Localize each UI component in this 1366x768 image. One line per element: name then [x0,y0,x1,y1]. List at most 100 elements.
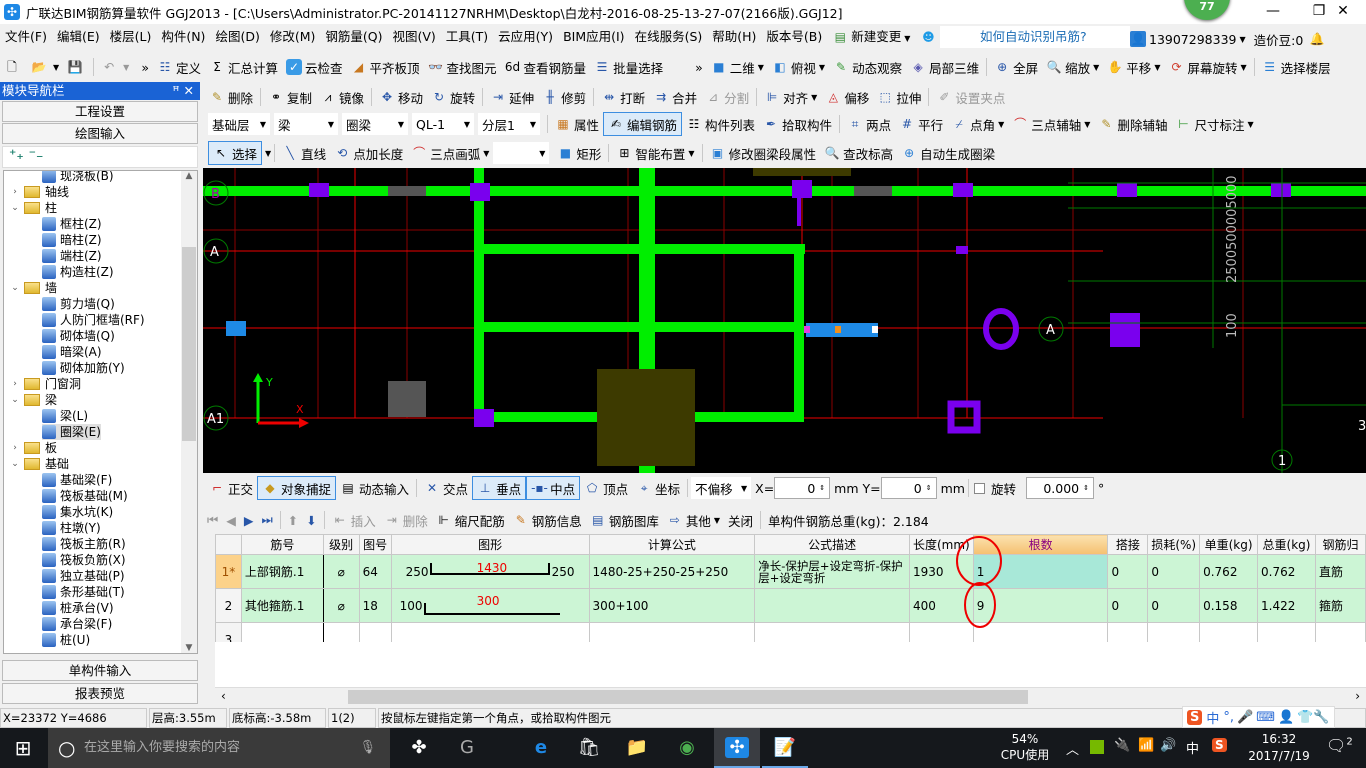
tree-item[interactable]: 现浇板(B) [42,171,114,184]
menu-modify[interactable]: 修改(M) [265,24,321,50]
tools-icon[interactable]: 🔧 [1313,710,1329,725]
tree-item[interactable]: 暗柱(Z) [42,232,102,248]
table-cell[interactable]: 0.158 [1199,588,1259,623]
tree-item[interactable]: 条形基础(T) [42,584,125,600]
undo-button[interactable]: ↶ ▼ [97,55,133,79]
help-link[interactable]: 如何自动识别吊筋? [940,26,1130,48]
parallel-axis-button[interactable]: # 平行 [895,112,947,136]
table-cell[interactable]: 0 [1107,588,1149,623]
notepad-app-icon[interactable]: 📝 [762,728,808,768]
last-record-button[interactable]: ⏭ [258,508,277,532]
collapse-all-icon[interactable]: ⁻₋ [29,147,44,163]
break-button[interactable]: ⇹ 打断 [597,85,649,109]
menu-draw[interactable]: 绘图(D) [210,24,264,50]
table-cell[interactable]: 0 [1147,554,1201,589]
nav-close-icon[interactable]: ✕ [184,83,194,98]
delete-button[interactable]: ✎ 删除 [205,85,257,109]
perpendicular-snap-button[interactable]: ⊥ 垂点 [472,476,527,500]
tree-item[interactable]: 圈梁(E) [42,424,101,440]
floor-select[interactable]: 基础层 ▼ [208,113,270,135]
intersection-snap-button[interactable]: ✕ 交点 [420,476,472,500]
stretch-button[interactable]: ⬚ 拉伸 [873,85,925,109]
ring-beams[interactable] [203,168,1366,473]
notification-icon[interactable]: 🗨2 [1326,736,1353,755]
menu-version[interactable]: 版本号(B) [761,24,827,50]
line-button[interactable]: ╲ 直线 [278,141,330,165]
delete-axis-button[interactable]: ✎ 删除辅轴 [1094,112,1171,136]
menu-rebar[interactable]: 钢筋量(Q) [320,24,387,50]
rotate-checkbox[interactable] [973,482,985,494]
menu-new-change[interactable]: ▤ 新建变更 ▼ [827,24,915,50]
expand-chevron-icon[interactable]: › [10,440,20,456]
object-snap-button[interactable]: ◆ 对象捕捉 [257,476,337,500]
dynamic-view-button[interactable]: ✎ 动态观察 [829,55,906,79]
set-grip-button[interactable]: ✐ 设置夹点 [932,85,1009,109]
user-center-icon[interactable]: 👤 [1278,710,1294,725]
col-header[interactable]: 图号 [358,534,392,555]
table-cell[interactable]: 1.422 [1257,588,1316,623]
col-header[interactable]: 单重(kg) [1199,534,1259,555]
mirror-button[interactable]: ⩘ 镜像 [316,85,368,109]
microphone-icon[interactable]: 🎙 [359,728,376,768]
smart-layout-button[interactable]: ⊞ 智能布置 ▼ [612,141,698,165]
view-2d-button[interactable]: ■ 二维 ▼ [707,55,768,79]
volume-icon[interactable]: 🔊 [1160,738,1176,753]
taskview-app[interactable]: ✤ [396,728,442,768]
point-length-button[interactable]: ⟲ 点加长度 [330,141,407,165]
rotate-button[interactable]: ↻ 旋转 [427,85,479,109]
mic-icon[interactable]: 🎤 [1237,710,1253,725]
ring-beam-right[interactable] [655,244,805,254]
start-button[interactable]: ⊞ [0,728,46,768]
sogou-tray-icon[interactable]: S [1212,738,1227,752]
x-input[interactable]: 0 ⇕ [774,477,831,499]
table-cell[interactable]: 其他箍筋.1 [240,588,324,623]
menu-view[interactable]: 视图(V) [387,24,440,50]
collapse-chevron-icon[interactable]: ⌄ [10,280,20,296]
offset-button[interactable]: ◬ 偏移 [821,85,873,109]
store-icon[interactable]: 🛍 [566,728,612,768]
cad-drawing[interactable]: B A A1 A 1 3 2500500005000 100 Y X [203,168,1366,473]
table-cell[interactable]: 直筋 [1315,554,1366,589]
align-slab-top-button[interactable]: ◢ 平齐板顶 [347,55,424,79]
table-cell[interactable]: 净长-保护层+设定弯折-保护层+设定弯折 [754,554,910,589]
component-name-select[interactable]: QL-1 ▼ [412,113,474,135]
tree-item[interactable]: 构造柱(Z) [42,264,114,280]
rebar-library-button[interactable]: ▤ 钢筋图库 [586,508,663,532]
table-cell[interactable]: 0 [1147,588,1201,623]
pick-component-button[interactable]: ✒ 拾取构件 [759,112,836,136]
new-file-button[interactable]: 🗋 [0,55,27,79]
dynamic-input-button[interactable]: ▤ 动态输入 [336,476,413,500]
tree-item[interactable]: 桩承台(V) [42,600,114,616]
view-rebar-qty-button[interactable]: 6d 查看钢筋量 [501,55,591,79]
app-g-icon[interactable]: G [444,728,490,768]
tree-item[interactable]: 筏板负筋(X) [42,552,126,568]
expand-chevron-icon[interactable]: › [10,376,20,392]
tray-up-icon[interactable]: ︿ [1066,739,1079,758]
fullscreen-button[interactable]: ⊕ 全屏 [990,55,1042,79]
table-cell[interactable]: 0.762 [1257,554,1316,589]
delete-row-button[interactable]: ⇥ 删除 [380,508,432,532]
tree-item[interactable]: 独立基础(P) [42,568,125,584]
col-header[interactable]: 搭接 [1107,534,1149,555]
ime-indicator[interactable]: 中 [1186,738,1199,757]
bell-icon[interactable]: 🔔 [1309,31,1325,47]
ime-mode[interactable]: 中 [1206,708,1219,727]
three-point-arc-button[interactable]: ⌒ 三点画弧 ▼ [407,141,493,165]
table-cell[interactable]: 箍筋 [1315,588,1366,623]
local-3d-button[interactable]: ◈ 局部三维 [906,55,983,79]
rebar-info-button[interactable]: ✎ 钢筋信息 [509,508,586,532]
tree-item[interactable]: › 轴线 [10,184,69,200]
modify-ring-beam-button[interactable]: ▣ 修改圈梁段属性 [706,141,821,165]
scroll-up-icon[interactable]: ▲ [181,171,197,181]
select-floor-button[interactable]: ☰ 选择楼层 [1258,55,1335,79]
drawing-canvas[interactable]: B A A1 A 1 3 2500500005000 100 Y X [203,168,1366,473]
drawing-input-button[interactable]: 绘图输入 [2,123,198,144]
tree-item[interactable]: 暗梁(A) [42,344,102,360]
prev-record-button[interactable]: ◀ [222,508,240,532]
rectangle-button[interactable]: ■ 矩形 [553,141,605,165]
table-cell[interactable]: 300+100 [588,588,756,623]
move-up-button[interactable]: ⬆ [284,508,302,532]
tree-item[interactable]: 集水坑(K) [42,504,113,520]
scale-rebar-button[interactable]: ⊩ 缩尺配筋 [432,508,509,532]
hscroll-thumb[interactable] [348,690,1028,704]
